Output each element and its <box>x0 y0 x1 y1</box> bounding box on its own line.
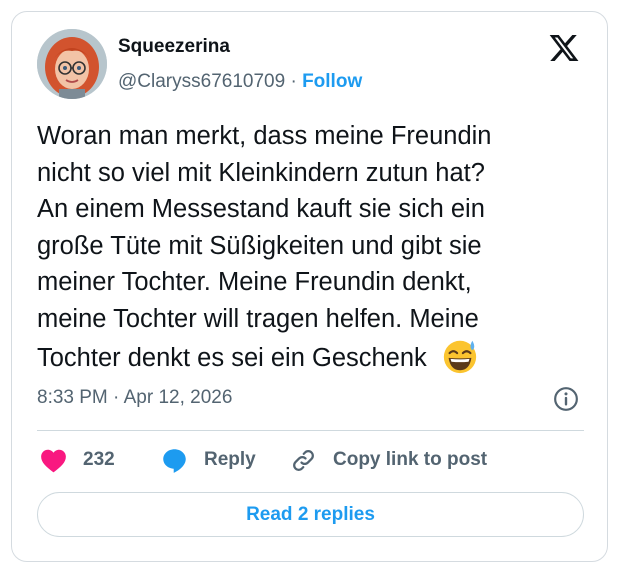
tweet-line: meine Tochter will tragen helfen. Meine <box>37 304 479 333</box>
like-count: 232 <box>83 449 115 470</box>
follow-button[interactable]: Follow <box>302 71 362 92</box>
like-button[interactable]: 232 <box>40 446 115 474</box>
link-icon <box>293 449 314 471</box>
tweet-line-last: Tochter denkt es sei ein Geschenk <box>37 337 589 374</box>
tweet-text: Woran man merkt, dass meine Freundin nic… <box>37 118 589 374</box>
handle-row: @Claryss67610709 · Follow <box>118 71 362 93</box>
separator-dot: · <box>290 71 297 92</box>
read-replies-button[interactable]: Read 2 replies <box>37 492 584 537</box>
reply-label: Reply <box>204 449 256 470</box>
avatar-image <box>37 29 107 99</box>
reply-button[interactable]: Reply <box>161 446 256 474</box>
speech-bubble-icon <box>163 448 186 473</box>
tweet-line: An einem Messestand kauft sie sich ein <box>37 195 485 223</box>
tweet-line: nicht so viel mit Kleinkindern zutun hat… <box>37 158 485 187</box>
divider <box>37 430 584 431</box>
copy-link-button[interactable]: Copy link to post <box>290 446 487 474</box>
user-display-name[interactable]: Squeezerina <box>118 36 230 58</box>
tweet-timestamp[interactable]: 8:33 PM · Apr 12, 2026 <box>37 387 232 409</box>
info-icon[interactable] <box>553 386 579 412</box>
user-handle[interactable]: @Claryss67610709 <box>118 71 285 92</box>
avatar[interactable] <box>37 29 107 99</box>
tweet-line: Tochter denkt es sei ein Geschenk <box>37 344 427 372</box>
read-replies-label: Read 2 replies <box>246 503 375 525</box>
tweet-line: meiner Tochter. Meine Freundin denkt, <box>37 268 472 296</box>
copy-link-label: Copy link to post <box>333 449 488 470</box>
tweet-line: große Tüte mit Süßigkeiten und gibt sie <box>37 231 482 260</box>
heart-icon <box>41 449 66 472</box>
tweet-line: Woran man merkt, dass meine Freundin <box>37 122 492 150</box>
grinning-face-with-sweat-icon <box>443 340 476 374</box>
x-logo-icon[interactable] <box>548 32 580 64</box>
